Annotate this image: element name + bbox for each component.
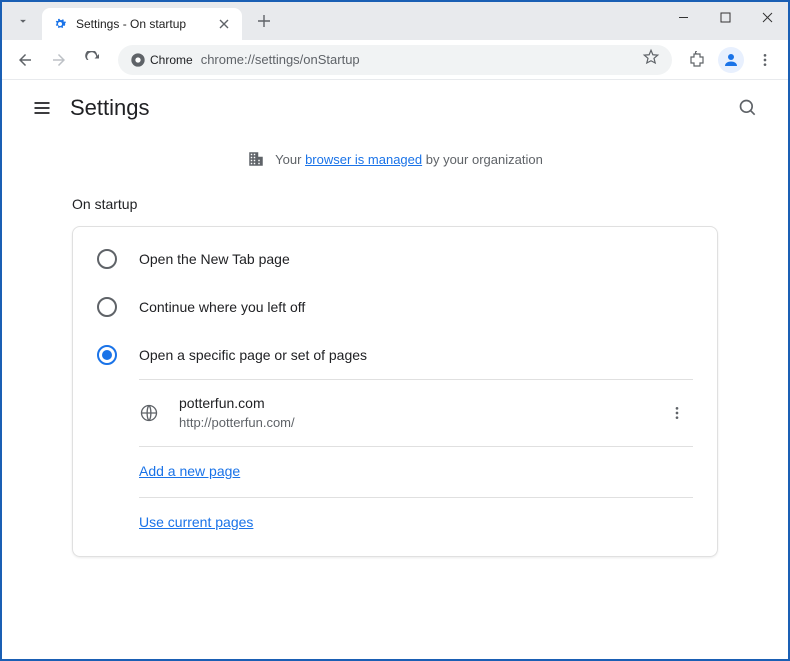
star-icon: [642, 48, 660, 66]
url-text: chrome://settings/onStartup: [201, 52, 642, 67]
close-icon: [219, 19, 229, 29]
managed-text: Your browser is managed by your organiza…: [275, 152, 543, 167]
chrome-icon: [130, 52, 146, 68]
option-label: Continue where you left off: [139, 299, 305, 315]
radio-icon: [97, 249, 117, 269]
section-title: On startup: [2, 182, 788, 226]
option-specific-page[interactable]: Open a specific page or set of pages: [73, 331, 717, 379]
radio-icon: [97, 297, 117, 317]
settings-search-button[interactable]: [728, 88, 768, 128]
managed-banner: Your browser is managed by your organiza…: [2, 136, 788, 182]
reload-button[interactable]: [76, 43, 110, 77]
page-more-button[interactable]: [661, 397, 693, 429]
minimize-button[interactable]: [662, 2, 704, 32]
chevron-down-icon: [16, 14, 30, 28]
more-vert-icon: [757, 52, 773, 68]
tab-search-dropdown[interactable]: [8, 6, 38, 36]
managed-link[interactable]: browser is managed: [305, 152, 422, 167]
new-tab-button[interactable]: [250, 7, 278, 35]
forward-button[interactable]: [42, 43, 76, 77]
option-continue[interactable]: Continue where you left off: [73, 283, 717, 331]
add-page-row: Add a new page: [139, 447, 693, 497]
option-label: Open a specific page or set of pages: [139, 347, 367, 363]
gear-icon: [52, 16, 68, 32]
arrow-right-icon: [50, 51, 68, 69]
startup-pages-list: potterfun.com http://potterfun.com/ Add …: [73, 379, 717, 548]
settings-menu-button[interactable]: [22, 88, 62, 128]
avatar: [718, 47, 744, 73]
reload-icon: [84, 51, 102, 69]
site-chip[interactable]: Chrome: [130, 52, 193, 68]
profile-button[interactable]: [714, 43, 748, 77]
toolbar: Chrome chrome://settings/onStartup: [2, 40, 788, 80]
tab-title: Settings - On startup: [76, 17, 216, 31]
extensions-button[interactable]: [680, 43, 714, 77]
settings-header: Settings: [2, 80, 788, 136]
chrome-menu-button[interactable]: [748, 43, 782, 77]
option-label: Open the New Tab page: [139, 251, 290, 267]
maximize-icon: [720, 12, 731, 23]
minimize-icon: [678, 12, 689, 23]
add-page-link[interactable]: Add a new page: [139, 463, 240, 479]
close-icon: [762, 12, 773, 23]
settings-content: Settings Your browser is managed by your…: [2, 80, 788, 659]
plus-icon: [257, 14, 271, 28]
more-vert-icon: [669, 405, 685, 421]
use-current-link[interactable]: Use current pages: [139, 514, 253, 530]
menu-icon: [32, 98, 52, 118]
page-url: http://potterfun.com/: [179, 414, 661, 432]
back-button[interactable]: [8, 43, 42, 77]
window-controls: [662, 2, 788, 32]
radio-icon: [97, 345, 117, 365]
puzzle-icon: [688, 51, 706, 69]
building-icon: [247, 150, 265, 168]
use-current-row: Use current pages: [139, 498, 693, 548]
arrow-left-icon: [16, 51, 34, 69]
startup-page-row: potterfun.com http://potterfun.com/: [139, 380, 693, 446]
bookmark-button[interactable]: [642, 48, 660, 71]
page-name: potterfun.com: [179, 394, 661, 414]
startup-card: Open the New Tab page Continue where you…: [72, 226, 718, 557]
address-bar[interactable]: Chrome chrome://settings/onStartup: [118, 45, 672, 75]
maximize-button[interactable]: [704, 2, 746, 32]
option-new-tab[interactable]: Open the New Tab page: [73, 235, 717, 283]
search-icon: [738, 98, 758, 118]
globe-icon: [139, 403, 159, 423]
titlebar: Settings - On startup: [2, 2, 788, 40]
person-icon: [722, 51, 740, 69]
browser-tab[interactable]: Settings - On startup: [42, 8, 242, 40]
site-chip-label: Chrome: [150, 53, 193, 67]
page-title: Settings: [70, 95, 728, 121]
tab-close-button[interactable]: [216, 16, 232, 32]
page-info: potterfun.com http://potterfun.com/: [179, 394, 661, 432]
close-window-button[interactable]: [746, 2, 788, 32]
